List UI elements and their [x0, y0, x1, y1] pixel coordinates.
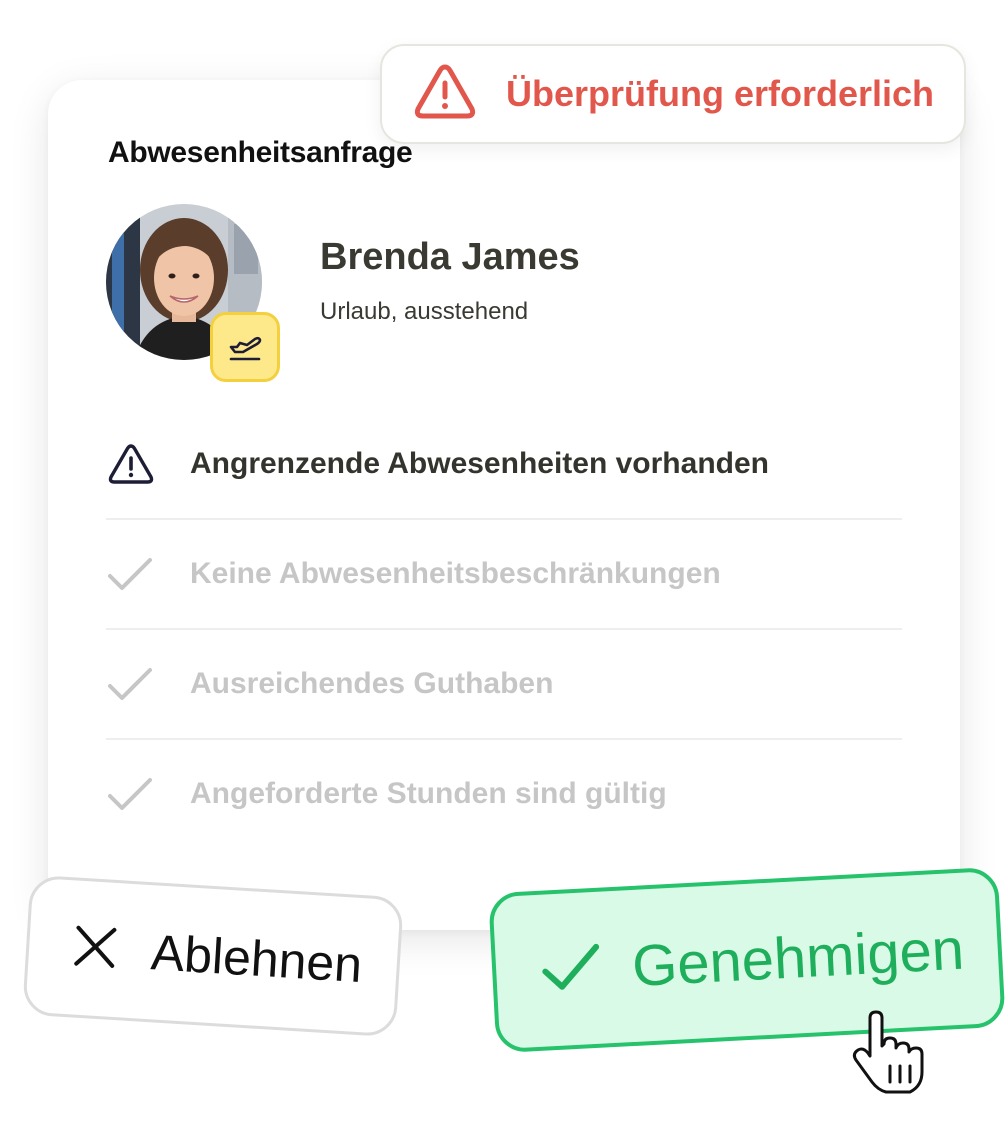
- request-status: Urlaub, ausstehend: [320, 298, 529, 325]
- reject-button-label: Ablehnen: [149, 924, 364, 994]
- stage: Abwesenheitsanfrage Brenda James Urlaub,…: [0, 0, 1008, 1134]
- warning-triangle-icon: [106, 439, 162, 489]
- check-item-label: Ausreichendes Guthaben: [190, 667, 554, 700]
- approve-button[interactable]: Genehmigen: [488, 866, 1006, 1054]
- vacation-badge: [210, 312, 280, 382]
- absence-request-card: Abwesenheitsanfrage Brenda James Urlaub,…: [48, 80, 960, 930]
- review-required-badge: Überprüfung erforderlich: [380, 44, 966, 144]
- check-item-label: Keine Abwesenheitsbeschränkungen: [190, 557, 721, 590]
- check-item-valid-hours: Angeforderte Stunden sind gültig: [106, 740, 902, 848]
- check-icon: [106, 769, 162, 819]
- check-item-sufficient-balance: Ausreichendes Guthaben: [106, 630, 902, 740]
- check-icon: [539, 940, 604, 998]
- check-item-no-restrictions: Keine Abwesenheitsbeschränkungen: [106, 520, 902, 630]
- approve-button-label: Genehmigen: [630, 916, 966, 999]
- reject-button[interactable]: Ablehnen: [22, 874, 404, 1038]
- check-icon: [106, 549, 162, 599]
- validation-checklist: Angrenzende Abwesenheiten vorhanden Kein…: [106, 410, 902, 848]
- close-icon: [70, 921, 121, 977]
- airplane-departure-icon: [225, 325, 265, 370]
- check-item-label: Angeforderte Stunden sind gültig: [190, 777, 667, 810]
- check-icon: [106, 659, 162, 709]
- hand-pointer-icon: [848, 1010, 928, 1096]
- check-item-label: Angrenzende Abwesenheiten vorhanden: [190, 447, 769, 480]
- review-required-label: Überprüfung erforderlich: [506, 73, 935, 114]
- employee-avatar-group: [106, 204, 280, 382]
- warning-triangle-icon: [412, 62, 478, 127]
- card-title: Abwesenheitsanfrage: [108, 136, 413, 169]
- employee-name: Brenda James: [320, 236, 580, 278]
- check-item-adjacent-absences: Angrenzende Abwesenheiten vorhanden: [106, 410, 902, 520]
